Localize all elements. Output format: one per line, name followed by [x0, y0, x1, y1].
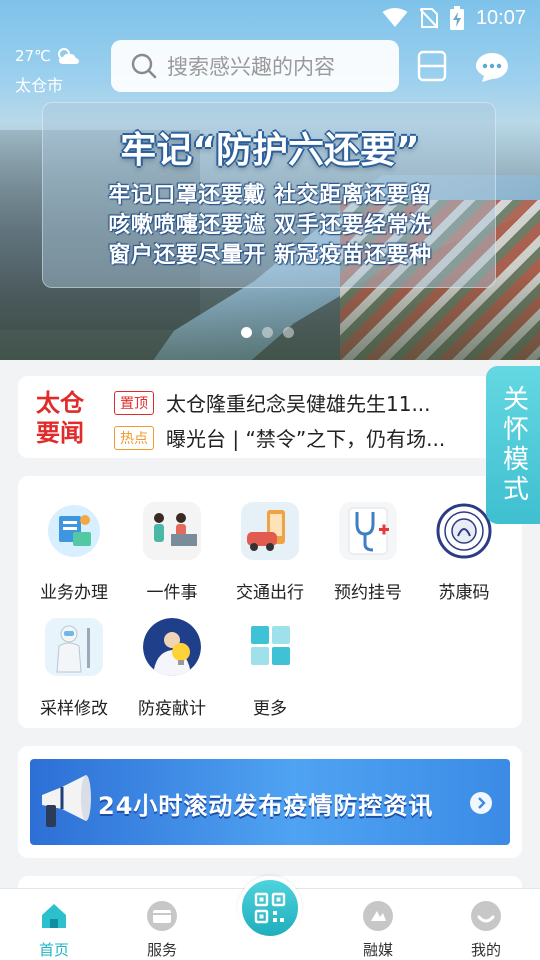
banner-slogan-card: 牢记“防护六还要” 牢记口罩还要戴 社交距离还要留 咳嗽喷嚏还要遮 双手还要经常…: [42, 102, 496, 288]
business-icon: [45, 502, 103, 560]
service-item-business[interactable]: 业务办理: [24, 502, 124, 603]
megaphone-icon: [42, 775, 91, 827]
carousel-dot[interactable]: [262, 327, 273, 338]
service-label: 更多: [253, 699, 287, 719]
carousel-dot[interactable]: [283, 327, 294, 338]
service-label: 采样修改: [40, 699, 108, 719]
more-grid-icon: [241, 618, 299, 676]
wallet-icon: [147, 901, 177, 931]
nav-profile[interactable]: 我的: [446, 901, 526, 960]
pinned-badge: 置顶: [114, 390, 154, 415]
nav-service[interactable]: 服务: [122, 901, 202, 960]
service-item-traffic[interactable]: 交通出行: [220, 502, 320, 603]
service-label: 防疫献计: [138, 699, 206, 719]
sampling-icon: [45, 618, 103, 676]
idea-bulb-icon: [143, 618, 201, 676]
news-item[interactable]: 置顶 太仓隆重纪念吴健雄先生11...: [114, 388, 494, 417]
chevron-right-icon: [470, 792, 492, 814]
banner-line: 牢记口罩还要戴 社交距离还要留: [108, 183, 432, 208]
news-headline[interactable]: 曝光台 | “禁令”之下，仍有场...: [166, 423, 445, 452]
nav-media[interactable]: 融媒: [338, 901, 418, 960]
hot-badge: 热点: [114, 425, 154, 450]
news-brand: 太仓要闻: [36, 389, 84, 447]
temperature: 27℃: [15, 47, 51, 65]
service-label: 预约挂号: [334, 583, 402, 603]
banner-title: 牢记“防护六还要”: [120, 130, 420, 171]
weather-widget[interactable]: 27℃ 太仓市: [15, 46, 81, 96]
nav-label: 服务: [146, 941, 177, 959]
news-item[interactable]: 热点 曝光台 | “禁令”之下，仍有场...: [114, 423, 494, 452]
care-mode-label: 关怀模式: [498, 385, 529, 505]
status-bar: 10:07: [0, 0, 540, 36]
clock: 10:07: [475, 6, 526, 29]
media-icon: [363, 901, 393, 931]
qr-scan-icon: [254, 892, 286, 924]
service-label: 苏康码: [438, 583, 490, 603]
service-label: 交通出行: [236, 583, 304, 603]
one-thing-icon: [143, 502, 201, 560]
search-placeholder: 搜索感兴趣的内容: [167, 55, 335, 79]
banner-line: 窗户还要尽量开 新冠疫苗还要种: [108, 243, 432, 268]
care-mode-button[interactable]: 关怀模式: [486, 366, 540, 524]
wifi-icon: [382, 8, 408, 27]
nav-home[interactable]: 首页: [14, 901, 94, 960]
service-item-one-thing[interactable]: 一件事: [122, 502, 222, 603]
nav-label: 我的: [470, 941, 501, 959]
service-label: 业务办理: [40, 583, 108, 603]
services-grid: 业务办理 一件事 交通出行 预约挂号 苏康码 采样修改 防疫献计 更多: [18, 476, 522, 728]
carousel-indicator: [241, 327, 294, 338]
no-sim-icon: [419, 8, 438, 29]
center-scan-button[interactable]: [238, 876, 302, 940]
news-card[interactable]: 太仓要闻 置顶 太仓隆重纪念吴健雄先生11... 热点 曝光台 | “禁令”之下…: [18, 376, 522, 458]
battery-charging-icon: [449, 6, 464, 30]
nav-label: 融媒: [362, 941, 393, 959]
scan-icon[interactable]: [416, 50, 448, 82]
carousel-dot-active[interactable]: [241, 327, 252, 338]
service-label: 一件事: [146, 583, 198, 603]
nav-label: 首页: [38, 941, 69, 959]
traffic-icon: [241, 502, 299, 560]
home-icon: [42, 904, 66, 928]
stethoscope-icon: [339, 502, 397, 560]
service-item-more[interactable]: 更多: [220, 618, 320, 719]
profile-icon: [471, 901, 501, 931]
service-item-appointment[interactable]: 预约挂号: [318, 502, 418, 603]
news-headline[interactable]: 太仓隆重纪念吴健雄先生11...: [166, 388, 431, 417]
search-icon: [131, 53, 157, 79]
partly-cloudy-icon: [57, 48, 79, 64]
promo-card: 24小时滚动发布疫情防控资讯: [18, 746, 522, 858]
service-item-sampling[interactable]: 采样修改: [24, 618, 124, 719]
promo-text: 24小时滚动发布疫情防控资讯: [98, 792, 434, 820]
search-bar[interactable]: 搜索感兴趣的内容: [111, 40, 399, 92]
banner-line: 咳嗽喷嚏还要遮 双手还要经常洗: [108, 213, 432, 238]
epidemic-news-banner[interactable]: 24小时滚动发布疫情防控资讯: [30, 759, 510, 845]
sukang-code-icon: [435, 502, 493, 560]
service-item-epidemic-ideas[interactable]: 防疫献计: [122, 618, 222, 719]
message-icon[interactable]: [474, 51, 510, 83]
city-name: 太仓市: [15, 76, 64, 95]
